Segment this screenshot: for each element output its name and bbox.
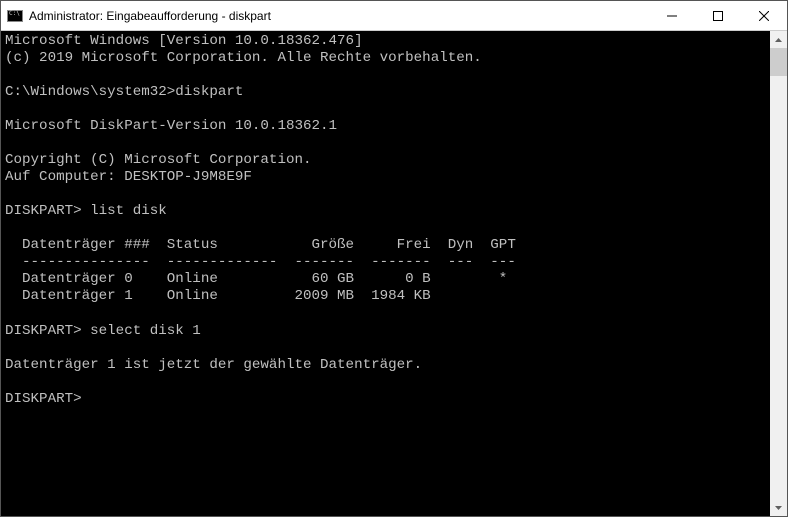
window-title: Administrator: Eingabeaufforderung - dis… (29, 9, 649, 23)
vertical-scrollbar[interactable] (770, 31, 787, 516)
window-controls (649, 1, 787, 30)
terminal-container: Microsoft Windows [Version 10.0.18362.47… (1, 31, 787, 516)
scroll-up-button[interactable] (770, 31, 787, 48)
titlebar: Administrator: Eingabeaufforderung - dis… (1, 1, 787, 31)
close-button[interactable] (741, 1, 787, 30)
scrollbar-track[interactable] (770, 48, 787, 499)
minimize-button[interactable] (649, 1, 695, 30)
cmd-icon (7, 8, 23, 24)
scroll-down-button[interactable] (770, 499, 787, 516)
terminal-output[interactable]: Microsoft Windows [Version 10.0.18362.47… (1, 31, 770, 516)
maximize-button[interactable] (695, 1, 741, 30)
scrollbar-thumb[interactable] (770, 48, 787, 76)
